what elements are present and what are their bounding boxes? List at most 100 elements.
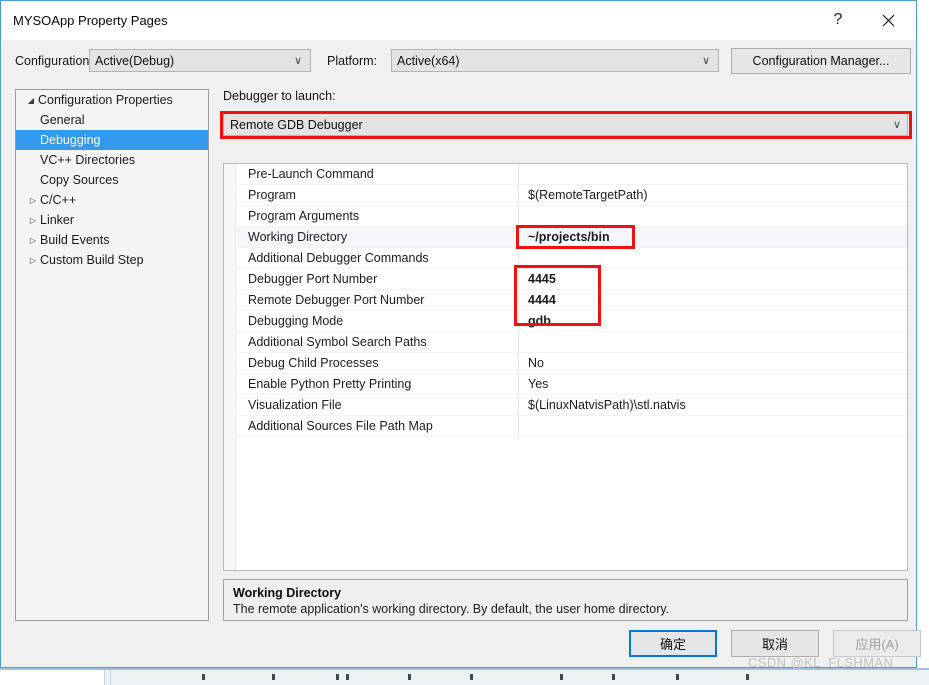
property-value[interactable]	[519, 416, 907, 436]
property-value[interactable]: Yes	[519, 374, 907, 394]
property-value[interactable]	[519, 332, 907, 352]
property-value[interactable]	[519, 248, 907, 268]
help-button[interactable]: ?	[816, 1, 860, 39]
property-row[interactable]: Debugging Mode gdb	[236, 311, 907, 332]
tree-item-vc-directories[interactable]: VC++ Directories	[16, 150, 208, 170]
background-window-tick	[560, 674, 563, 680]
tree-item-linker[interactable]: ▷ Linker	[16, 210, 208, 230]
property-row[interactable]: Debugger Port Number 4445	[236, 269, 907, 290]
property-name: Pre-Launch Command	[236, 164, 519, 184]
property-row[interactable]: Additional Debugger Commands	[236, 248, 907, 269]
tree-item-copy-sources[interactable]: Copy Sources	[16, 170, 208, 190]
cancel-button[interactable]: 取消	[731, 630, 819, 657]
property-name: Enable Python Pretty Printing	[236, 374, 519, 394]
platform-dropdown-value: Active(x64)	[397, 53, 460, 68]
triangle-collapsed-icon[interactable]: ▷	[26, 191, 40, 211]
close-button[interactable]	[866, 1, 910, 39]
tree-item-c-c[interactable]: ▷ C/C++	[16, 190, 208, 210]
property-row[interactable]: Enable Python Pretty Printing Yes	[236, 374, 907, 395]
property-value[interactable]	[519, 164, 907, 184]
property-row[interactable]: Additional Symbol Search Paths	[236, 332, 907, 353]
tree-item-label: Build Events	[40, 233, 110, 247]
property-value[interactable]: No	[519, 353, 907, 373]
tree-item-debugging[interactable]: Debugging	[16, 130, 208, 150]
tree-item-label: Linker	[40, 213, 75, 227]
background-window-tick	[746, 674, 749, 680]
property-name: Debugging Mode	[236, 311, 519, 331]
background-window-tick	[676, 674, 679, 680]
property-name: Visualization File	[236, 395, 519, 415]
property-value[interactable]: 4444	[519, 290, 907, 310]
dialog-footer: 确定 取消 应用(A)	[1, 627, 921, 669]
triangle-collapsed-icon[interactable]: ▷	[26, 211, 40, 231]
property-row[interactable]: Visualization File $(LinuxNatvisPath)\stl…	[236, 395, 907, 416]
tree-item-custom-build-step[interactable]: ▷ Custom Build Step	[16, 250, 208, 270]
background-window-tick	[272, 674, 275, 680]
background-window-tick	[612, 674, 615, 680]
chevron-down-icon: ∨	[293, 55, 303, 67]
property-row[interactable]: Program Arguments	[236, 206, 907, 227]
tree-item-general[interactable]: General	[16, 110, 208, 130]
title-bar: MYSOApp Property Pages ?	[1, 1, 916, 40]
platform-dropdown[interactable]: Active(x64) ∨	[391, 49, 719, 72]
property-description-panel: Working Directory The remote application…	[223, 579, 908, 621]
property-row[interactable]: Working Directory ~/projects/bin	[236, 227, 907, 248]
background-window-tick	[470, 674, 473, 680]
property-name: Debugger Port Number	[236, 269, 519, 289]
configuration-manager-button[interactable]: Configuration Manager...	[731, 48, 911, 74]
tree-item-label: Copy Sources	[40, 173, 119, 187]
window-title: MYSOApp Property Pages	[13, 13, 168, 28]
property-value[interactable]: 4445	[519, 269, 907, 289]
triangle-collapsed-icon[interactable]: ▷	[26, 251, 40, 271]
tree-item-label: Custom Build Step	[40, 253, 144, 267]
property-value[interactable]: gdb	[519, 311, 907, 331]
configuration-dropdown[interactable]: Active(Debug) ∨	[89, 49, 311, 72]
property-name: Debug Child Processes	[236, 353, 519, 373]
tree-item-configuration-properties[interactable]: ◢ Configuration Properties	[16, 90, 208, 110]
background-window-tick	[408, 674, 411, 680]
chevron-down-icon: ∨	[701, 55, 711, 67]
background-window-strip	[0, 668, 929, 685]
debugger-to-launch-dropdown[interactable]: Remote GDB Debugger ∨	[223, 113, 908, 136]
property-name: Program Arguments	[236, 206, 519, 226]
property-grid-rows: Pre-Launch Command Program $(RemoteTargetP…	[236, 164, 907, 437]
close-x-icon	[882, 14, 894, 26]
tree-item-label: VC++ Directories	[40, 153, 136, 167]
configuration-bar: Configuration: Active(Debug) ∨ Platform:…	[1, 46, 916, 80]
property-row[interactable]: Program $(RemoteTargetPath)	[236, 185, 907, 206]
configuration-properties-tree[interactable]: ◢ Configuration Properties General Debuggin…	[15, 89, 209, 621]
property-name: Working Directory	[236, 227, 519, 247]
debugging-page: Debugger to launch: Remote GDB Debugger …	[220, 89, 910, 621]
debugger-to-launch-label: Debugger to launch:	[223, 89, 336, 103]
property-description-body: The remote application's working directo…	[233, 602, 670, 616]
tree-item-label: Configuration Properties	[38, 93, 173, 107]
triangle-collapsed-icon[interactable]: ▷	[26, 231, 40, 251]
property-value[interactable]	[519, 206, 907, 226]
question-mark-icon: ?	[833, 11, 843, 28]
tree-item-label: Debugging	[40, 133, 101, 147]
property-row[interactable]: Additional Sources File Path Map	[236, 416, 907, 437]
property-name: Additional Sources File Path Map	[236, 416, 519, 436]
background-window-tick	[202, 674, 205, 680]
property-row[interactable]: Debug Child Processes No	[236, 353, 907, 374]
ok-button[interactable]: 确定	[629, 630, 717, 657]
property-value[interactable]: ~/projects/bin	[519, 227, 907, 247]
tree-item-build-events[interactable]: ▷ Build Events	[16, 230, 208, 250]
property-pages-dialog: MYSOApp Property Pages ? Configuration: …	[0, 0, 921, 669]
property-row[interactable]: Remote Debugger Port Number 4444	[236, 290, 907, 311]
property-grid[interactable]: Pre-Launch Command Program $(RemoteTargetP…	[223, 163, 908, 571]
configuration-dropdown-value: Active(Debug)	[95, 53, 175, 68]
configuration-label: Configuration:	[15, 54, 93, 68]
property-description-title: Working Directory	[233, 586, 342, 600]
background-window-tick	[336, 674, 339, 680]
background-window-tick	[346, 674, 349, 680]
property-value[interactable]: $(LinuxNatvisPath)\stl.natvis	[519, 395, 907, 415]
property-row[interactable]: Pre-Launch Command	[236, 164, 907, 185]
property-grid-gutter	[224, 164, 236, 570]
triangle-expanded-icon[interactable]: ◢	[24, 91, 38, 111]
property-value[interactable]: $(RemoteTargetPath)	[519, 185, 907, 205]
tree-item-label: C/C++	[40, 193, 77, 207]
property-name: Remote Debugger Port Number	[236, 290, 519, 310]
apply-button[interactable]: 应用(A)	[833, 630, 921, 657]
property-name: Additional Debugger Commands	[236, 248, 519, 268]
